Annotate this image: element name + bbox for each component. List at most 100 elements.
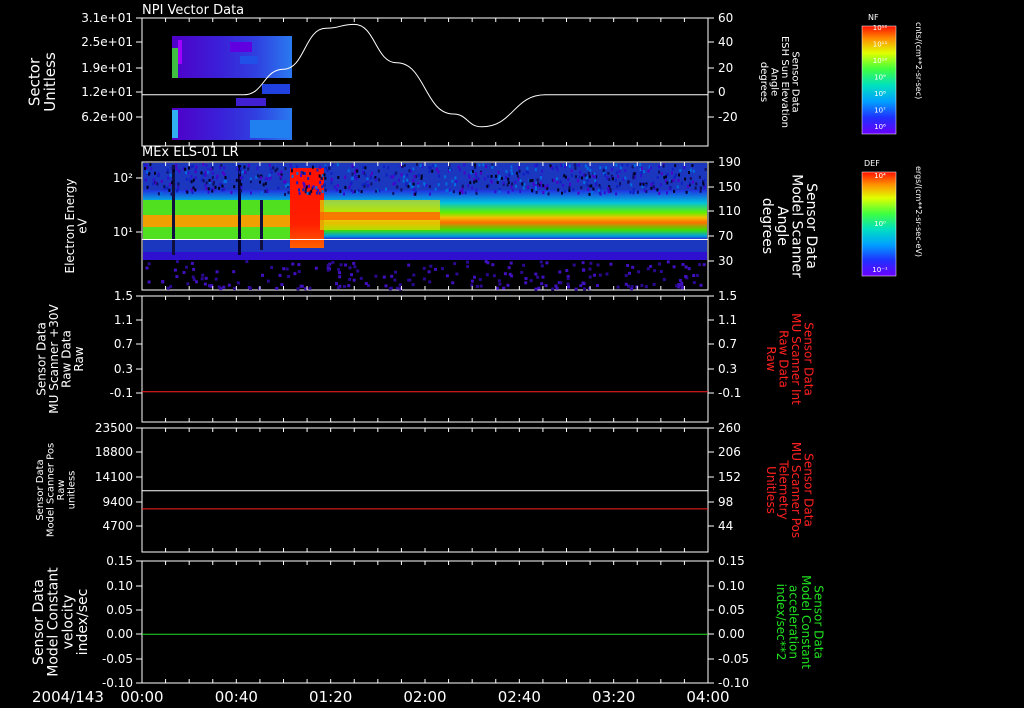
left-axis-title-line: Sensor Data [31, 579, 47, 665]
left-axis-title-line: velocity [60, 595, 76, 650]
right-tick-label: 152 [718, 470, 741, 484]
right-tick-label: 30 [718, 254, 733, 268]
right-tick-label: 1.1 [718, 313, 737, 327]
axis-titles: SectorUnitless Sensor DataESH Sun Elevati… [25, 36, 825, 677]
right-tick-label: 0.3 [718, 362, 737, 376]
left-tick-label: 4700 [102, 519, 133, 533]
right-tick-label: 260 [718, 421, 741, 435]
colorbar-def-unit: ergs/(cm**2-sr-sec-eV) [914, 166, 923, 257]
right-tick-label: 70 [718, 229, 733, 243]
colorbar-nf-tick: 10⁸ [874, 90, 886, 98]
right-axis-title-line: Angle [768, 68, 779, 96]
panel-1-left-axis: 3.1e+01 2.5e+01 1.9e+01 1.2e+01 6.2e+00 [81, 11, 685, 146]
time-tick-label: 01:20 [309, 688, 352, 706]
panel-4-right-axis: 260 206 152 98 44 [708, 421, 741, 533]
left-tick-label: 1.5 [114, 289, 133, 303]
right-tick-label: 0.15 [718, 554, 745, 568]
els-spectrogram [143, 163, 707, 291]
right-axis-title-line: ESH Sun Elevation [779, 36, 790, 128]
right-axis-title-line: Sensor Data [789, 51, 800, 112]
right-tick-label: 0.00 [718, 627, 745, 641]
left-axis-title-line: unitless [66, 471, 77, 510]
colorbar-nf-title: NF [868, 13, 879, 22]
panel-1-right-axis: 60 40 20 0 -20 [708, 11, 738, 124]
panel-scanner-pos: 23500 18800 14100 9400 4700 260 206 152 98 44 [95, 421, 741, 553]
panel-4-series [142, 490, 708, 510]
left-tick-label: 10¹ [113, 225, 133, 239]
right-axis-title-line: Angle [774, 206, 790, 246]
panel-model-constant: 0.150.100.050.00-0.05-0.10 0.150.100.050… [102, 554, 749, 690]
left-axis-title-line: Unitless [41, 52, 59, 112]
left-tick-label: 1.2e+01 [81, 85, 133, 99]
colorbar-nf-tick: 10⁹ [874, 74, 886, 82]
panel-4-frame [141, 427, 709, 553]
right-axis-title-line: degrees [759, 198, 775, 254]
colorbar-def-tick: 10⁰ [874, 220, 886, 228]
right-tick-label: -0.05 [718, 652, 749, 666]
right-tick-label: 40 [718, 35, 733, 49]
left-tick-label: 10² [113, 171, 133, 185]
right-tick-label: 98 [718, 495, 733, 509]
left-tick-label: 9400 [102, 495, 133, 509]
time-tick-label: 04:00 [686, 688, 729, 706]
right-tick-label: 150 [718, 180, 741, 194]
panel-3-left-axis: 1.5 1.1 0.7 0.3 -0.1 [110, 289, 685, 422]
right-tick-label: 20 [718, 61, 733, 75]
panel-npi-vector-data: NPI Vector Data 3.1e+01 2.5e+01 1.9e+01 1.2… [81, 3, 738, 147]
left-tick-label: 14100 [95, 470, 133, 484]
left-axis-title-line: Model Scanner Pos [45, 443, 56, 537]
panel-2-right-axis: 190 150 110 70 30 [708, 155, 741, 268]
panel-mex-els: MEx ELS-01 LR 10² 10¹ 190 150 110 70 30 [113, 145, 741, 291]
left-axis-title-line: Model Constant [46, 567, 62, 677]
figure-canvas: NPI Vector Data 3.1e+01 2.5e+01 1.9e+01 1.2… [25, 3, 923, 706]
right-tick-label: 190 [718, 155, 741, 169]
right-tick-label: 1.5 [718, 289, 737, 303]
panel-5-right-axis: 0.150.100.050.00-0.05-0.10 [708, 554, 749, 690]
right-tick-label: -0.1 [718, 386, 741, 400]
panel-mu-scanner-30v: 1.5 1.1 0.7 0.3 -0.1 1.5 1.1 0.7 0.3 -0.1 [110, 289, 741, 423]
left-tick-label: 2.5e+01 [81, 35, 133, 49]
colorbar-def-title: DEF [864, 159, 880, 168]
colorbar-nf-tick: 10¹⁰ [873, 57, 888, 65]
colorbar-nf-tick: 10¹² [873, 24, 888, 32]
right-tick-label: 0 [718, 85, 726, 99]
left-tick-label: 6.2e+00 [81, 110, 133, 124]
panel-2-title: MEx ELS-01 LR [142, 145, 239, 160]
right-tick-label: 110 [718, 204, 741, 218]
right-tick-label: 44 [718, 519, 733, 533]
colorbar-nf-tick: 10⁶ [874, 123, 886, 131]
left-axis-title-line: index/sec [75, 589, 91, 656]
colorbar-nf-unit: cnts/(cm**2-sr-sec) [914, 22, 923, 99]
right-tick-label: 0.7 [718, 337, 737, 351]
right-axis-title-line: degrees [758, 62, 769, 102]
panel-3-right-axis: 1.5 1.1 0.7 0.3 -0.1 [708, 289, 741, 400]
left-tick-label: -0.05 [102, 652, 133, 666]
time-tick-label: 00:00 [120, 688, 163, 706]
panel-1-title: NPI Vector Data [142, 3, 244, 18]
panel-5-frame [141, 560, 709, 684]
left-tick-label: 0.7 [114, 337, 133, 351]
left-tick-label: 18800 [95, 445, 133, 459]
date-label: 2004/143 [32, 688, 104, 706]
left-axis-title-line: Raw [72, 346, 86, 371]
right-tick-label: 206 [718, 445, 741, 459]
panel-4-left-axis: 23500 18800 14100 9400 4700 [95, 421, 685, 552]
left-tick-label: 0.00 [106, 627, 133, 641]
right-axis-title-line: index/sec**2 [774, 584, 788, 661]
left-axis-title-line: Sensor Data [35, 459, 46, 520]
colorbar-def: DEF 10⁴ 10⁰ 10⁻¹ ergs/(cm**2-sr-sec-eV) [861, 159, 923, 277]
colorbar-def-tick: 10⁻¹ [872, 266, 888, 274]
left-tick-label: 1.1 [114, 313, 133, 327]
panel-5-left-axis: 0.150.100.050.00-0.05-0.10 [102, 554, 685, 690]
left-tick-label: 0.05 [106, 603, 133, 617]
colorbar-nf-tick: 10¹¹ [873, 41, 888, 49]
left-tick-label: 0.10 [106, 579, 133, 593]
left-tick-label: 0.15 [106, 554, 133, 568]
colorbar-nf-tick: 10⁷ [874, 107, 886, 115]
right-axis-title-line: Model Scanner [788, 174, 804, 278]
left-tick-label: 3.1e+01 [81, 11, 133, 25]
left-axis-title-line: Raw [56, 479, 67, 500]
panel-3-frame [141, 295, 709, 423]
time-tick-label: 02:00 [403, 688, 446, 706]
colorbar-def-tick: 10⁴ [874, 172, 886, 180]
